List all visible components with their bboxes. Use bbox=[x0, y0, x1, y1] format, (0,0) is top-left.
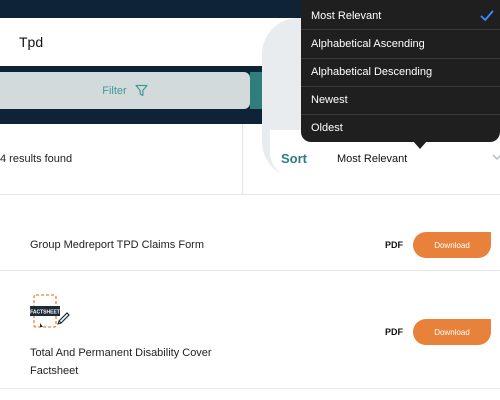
document-title[interactable]: Group Medreport TPD Claims Form bbox=[30, 236, 204, 254]
sort-option-label: Oldest bbox=[311, 122, 343, 134]
checkmark-icon bbox=[480, 10, 494, 21]
download-button[interactable]: Download bbox=[413, 232, 491, 258]
sort-option-label: Most Relevant bbox=[311, 10, 382, 22]
list-divider bbox=[0, 388, 500, 389]
document-title-line-2[interactable]: Factsheet bbox=[30, 362, 78, 380]
chevron-down-icon[interactable] bbox=[491, 151, 500, 163]
file-type-badge: PDF bbox=[385, 240, 403, 250]
sort-option-most-relevant[interactable]: Most Relevant bbox=[301, 2, 500, 30]
factsheet-icon: FACTSHEET bbox=[30, 294, 70, 328]
filter-icon bbox=[135, 84, 148, 97]
sort-option-alphabetical-descending[interactable]: Alphabetical Descending bbox=[301, 58, 500, 86]
search-input-value: Tpd bbox=[19, 34, 44, 50]
list-divider bbox=[0, 270, 500, 271]
download-button[interactable]: Download bbox=[413, 319, 491, 345]
file-type-badge: PDF bbox=[385, 327, 403, 337]
sort-dropdown-menu: Most Relevant Alphabetical Ascending Alp… bbox=[301, 0, 500, 142]
sort-option-oldest[interactable]: Oldest bbox=[301, 114, 500, 142]
factsheet-icon-text: FACTSHEET bbox=[30, 310, 60, 316]
sort-option-alphabetical-ascending[interactable]: Alphabetical Ascending bbox=[301, 30, 500, 58]
document-title-line-1[interactable]: Total And Permanent Disability Cover bbox=[30, 344, 212, 362]
sort-option-label: Newest bbox=[311, 94, 348, 106]
sort-option-label: Alphabetical Ascending bbox=[311, 38, 425, 50]
filter-button[interactable]: Filter bbox=[0, 72, 250, 109]
list-divider bbox=[0, 194, 500, 195]
sort-selected-value[interactable]: Most Relevant bbox=[337, 153, 407, 165]
sort-label: Sort bbox=[281, 151, 307, 166]
document-search-page: Tpd Filter 4 results found Sort Most Rel… bbox=[0, 0, 500, 400]
filter-label: Filter bbox=[102, 84, 127, 97]
sort-option-label: Alphabetical Descending bbox=[311, 66, 433, 78]
results-sort-divider bbox=[242, 124, 243, 194]
results-count: 4 results found bbox=[0, 153, 73, 165]
sort-option-newest[interactable]: Newest bbox=[301, 86, 500, 114]
dropdown-caret bbox=[413, 141, 427, 149]
